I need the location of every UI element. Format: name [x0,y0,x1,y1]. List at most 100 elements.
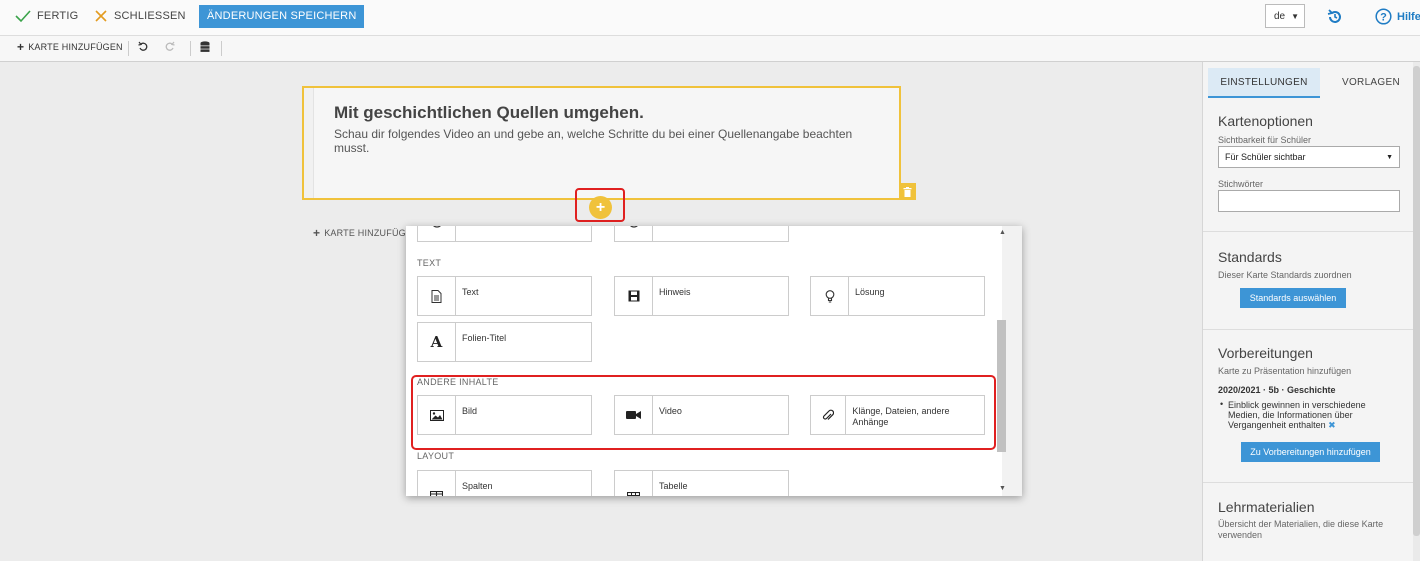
panel-divider [1203,329,1420,330]
document-icon [431,289,442,303]
database-button[interactable] [200,41,210,53]
select-standards-button[interactable]: Standards auswählen [1240,288,1346,308]
materials-heading: Lehrmaterialien [1218,499,1315,515]
lightbulb-icon [825,289,834,303]
element-tile-text[interactable]: Text [417,276,592,316]
settings-panel: EINSTELLUNGEN VORLAGEN Kartenoptionen Si… [1202,62,1420,561]
add-to-preparations-button[interactable]: Zu Vorbereitungen hinzufügen [1241,442,1380,462]
top-bar: FERTIG SCHLIESSEN ÄNDERUNGEN SPEICHERN d… [0,0,1420,36]
remove-icon[interactable]: ✖ [1328,420,1336,430]
close-button[interactable]: SCHLIESSEN [94,9,186,23]
plus-icon: + [17,40,25,54]
toolbar-separator [128,41,129,56]
preparations-description: Karte zu Präsentation hinzufügen [1218,366,1352,376]
columns-icon [430,491,443,496]
tile-label: Lösung [855,287,885,297]
tile-label: Text [462,287,479,297]
save-icon [628,290,639,302]
history-button[interactable] [1326,8,1344,31]
circle-info-icon [629,226,638,228]
preparations-heading: Vorbereitungen [1218,345,1313,361]
dropdown-arrow-icon: ▼ [1386,153,1393,161]
help-label: Hilfe [1397,10,1420,23]
redo-icon [165,41,175,51]
keywords-label: Stichwörter [1218,179,1264,189]
tile-icon: A [418,323,456,361]
standards-heading: Standards [1218,249,1282,265]
tile-label: Folien-Titel [462,333,507,343]
element-picker-list: TEXT Text Hinweis Lösung A Folien-Titel … [406,226,1002,496]
plus-icon: + [313,226,321,240]
toolbar-separator [221,41,222,56]
table-icon [627,491,640,496]
database-icon [200,41,210,52]
standards-description: Dieser Karte Standards zuordnen [1218,270,1352,280]
scroll-down-icon[interactable]: ▼ [999,485,1006,492]
tile-icon [615,471,653,496]
visibility-value: Für Schüler sichtbar [1225,152,1306,162]
undo-icon [138,41,148,51]
redo-button[interactable] [165,41,175,51]
highlight-frame [575,188,625,222]
language-select[interactable]: de ▼ [1265,4,1305,28]
content-card[interactable]: Mit geschichtlichen Quellen umgehen. Sch… [302,86,901,200]
tab-templates[interactable]: VORLAGEN [1325,68,1417,98]
done-label: FERTIG [37,10,79,22]
done-button[interactable]: FERTIG [15,9,78,23]
card-body: Mit geschichtlichen Quellen umgehen. Sch… [313,88,899,198]
card-text[interactable]: Schau dir folgendes Video an und gebe an… [334,127,874,155]
toolbar-add-card-button[interactable]: + KARTE HINZUFÜGEN [17,40,123,54]
undo-button[interactable] [138,41,148,51]
circle-info-icon [432,226,441,228]
check-icon [15,10,31,23]
svg-text:?: ? [1380,12,1387,24]
help-icon: ? [1375,8,1392,25]
tile-icon [418,471,456,496]
tile-label: Tabelle [659,481,688,491]
element-tile-columns[interactable]: Spalten [417,470,592,496]
panel-scrollbar-thumb[interactable] [1413,66,1420,536]
save-changes-button[interactable]: ÄNDERUNGEN SPEICHERN [199,5,365,28]
highlight-frame [411,375,996,450]
popup-scrollbar-thumb[interactable] [997,320,1006,452]
keywords-input[interactable] [1218,190,1400,212]
visibility-label: Sichtbarkeit für Schüler [1218,135,1312,145]
scroll-up-icon[interactable]: ▲ [999,229,1006,236]
course-label: 2020/2021 · 5b · Geschichte [1218,385,1336,395]
visibility-select[interactable]: Für Schüler sichtbar ▼ [1218,146,1400,168]
element-tile-partial[interactable] [614,226,789,242]
element-tile-table[interactable]: Tabelle [614,470,789,496]
canvas-add-card-label: KARTE HINZUFÜGEN [324,228,419,238]
toolbar-separator [190,41,191,56]
toolbar-add-card-label: KARTE HINZUFÜGEN [28,42,123,52]
editor-toolbar: + KARTE HINZUFÜGEN [0,36,1420,62]
tile-icon [615,277,653,315]
element-tile-hint[interactable]: Hinweis [614,276,789,316]
tile-label: Spalten [462,481,493,491]
tile-icon [418,226,456,241]
close-label: SCHLIESSEN [114,10,186,22]
card-title[interactable]: Mit geschichtlichen Quellen umgehen. [334,103,644,123]
trash-icon [903,186,912,197]
panel-divider [1203,231,1420,232]
card-options-heading: Kartenoptionen [1218,113,1313,129]
element-tile-solution[interactable]: Lösung [810,276,985,316]
tile-icon [811,277,849,315]
close-icon [95,10,107,22]
element-tile-partial[interactable] [417,226,592,242]
tile-label: Hinweis [659,287,691,297]
section-label-layout: LAYOUT [417,451,455,461]
preparation-item: Einblick gewinnen in verschiedene Medien… [1228,400,1398,430]
canvas-add-card-button[interactable]: + KARTE HINZUFÜGEN [313,226,419,240]
preparation-item-text: Einblick gewinnen in verschiedene Medien… [1228,400,1366,430]
delete-card-button[interactable] [899,183,916,200]
tile-icon [615,226,653,241]
panel-divider [1203,482,1420,483]
history-icon [1327,9,1341,23]
help-button[interactable]: ? Hilfe [1375,8,1420,25]
tile-icon [418,277,456,315]
dropdown-arrow-icon: ▼ [1291,11,1299,21]
tab-settings[interactable]: EINSTELLUNGEN [1208,68,1320,98]
element-tile-slide-title[interactable]: A Folien-Titel [417,322,592,362]
section-label-text: TEXT [417,258,442,268]
